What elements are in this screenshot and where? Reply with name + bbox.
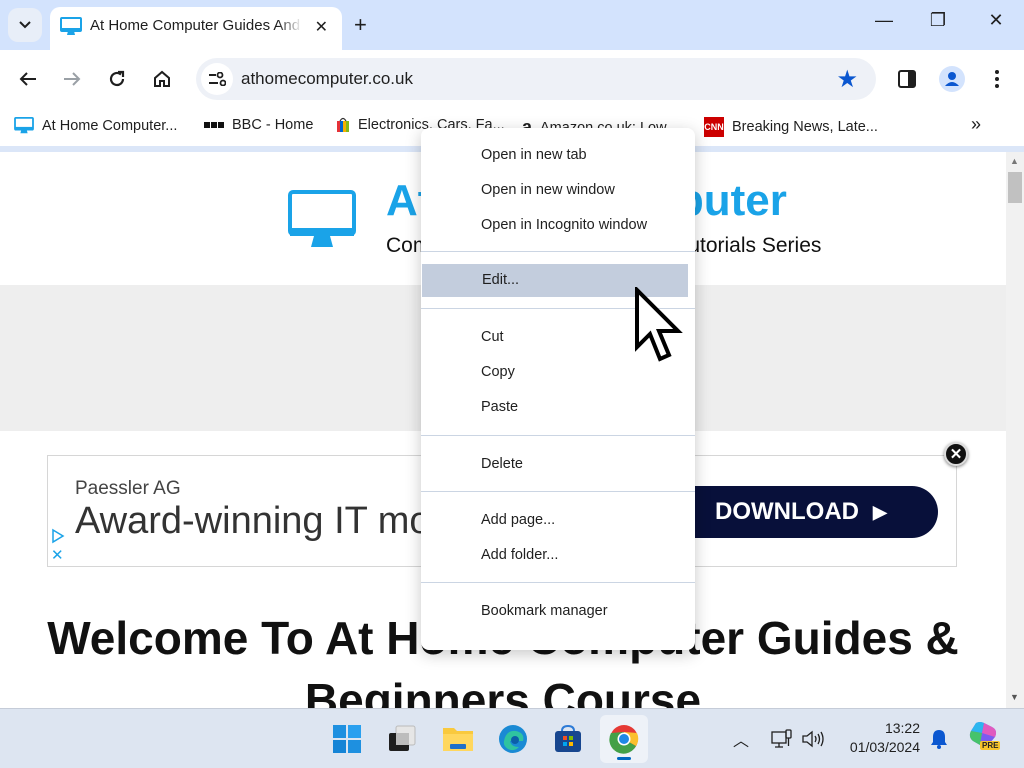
bookmark-at-home-computer[interactable]: At Home Computer... (14, 117, 177, 135)
new-tab-button[interactable]: + (354, 12, 367, 38)
tab-title: At Home Computer Guides And Beginners Co… (90, 17, 302, 34)
microsoft-store-button[interactable] (547, 718, 589, 760)
tab-close-icon[interactable]: ✕ (315, 17, 328, 37)
vertical-scrollbar[interactable]: ▲ ▼ (1006, 152, 1024, 708)
copilot-button[interactable]: PRE (968, 721, 1001, 755)
chrome-icon (609, 725, 639, 754)
network-icon[interactable] (771, 729, 793, 749)
store-icon (555, 724, 581, 752)
menu-item-add-folder[interactable]: Add folder... (421, 539, 695, 572)
menu-button[interactable] (982, 64, 1012, 94)
menu-separator (421, 435, 695, 436)
clock-date[interactable]: 01/03/2024 (840, 739, 920, 755)
menu-separator (421, 491, 695, 492)
side-panel-icon (898, 70, 916, 88)
menu-item-bookmark-manager[interactable]: Bookmark manager (421, 595, 695, 628)
title-bar: At Home Computer Guides And Beginners Co… (0, 0, 1024, 50)
reload-icon (109, 70, 125, 87)
menu-separator (421, 251, 695, 252)
notification-bell-icon[interactable] (930, 729, 948, 749)
file-explorer-button[interactable] (437, 718, 479, 760)
back-button[interactable] (13, 64, 43, 94)
monitor-icon (14, 117, 34, 134)
profile-button[interactable] (937, 64, 967, 94)
tab-active[interactable]: At Home Computer Guides And Beginners Co… (50, 7, 342, 50)
address-bar[interactable]: athomecomputer.co.uk ★ (196, 58, 876, 100)
side-panel-button[interactable] (892, 64, 922, 94)
toolbar: athomecomputer.co.uk ★ (0, 50, 1024, 108)
url-text[interactable]: athomecomputer.co.uk (241, 69, 413, 89)
menu-item-open-incognito[interactable]: Open in Incognito window (421, 209, 695, 242)
menu-item-paste[interactable]: Paste (421, 391, 695, 424)
avatar-icon (939, 66, 965, 92)
edge-button[interactable] (492, 718, 534, 760)
clock-time[interactable]: 13:22 (870, 720, 920, 736)
scroll-down-arrow-icon[interactable]: ▼ (1010, 692, 1019, 702)
bookmark-label: Breaking News, Late... (732, 119, 878, 135)
site-info-button[interactable] (201, 63, 233, 95)
chrome-button[interactable] (600, 715, 648, 763)
reload-button[interactable] (102, 64, 132, 94)
home-button[interactable] (147, 64, 177, 94)
bookmarks-overflow-button[interactable]: » (971, 114, 981, 135)
active-app-indicator (617, 757, 631, 760)
folder-icon (443, 728, 473, 751)
mouse-pointer-icon (635, 287, 683, 362)
forward-button[interactable] (57, 64, 87, 94)
scroll-up-arrow-icon[interactable]: ▲ (1010, 156, 1019, 166)
bookmark-label: BBC - Home (232, 117, 314, 133)
menu-item-open-new-window[interactable]: Open in new window (421, 174, 695, 207)
scrollbar-thumb[interactable] (1008, 172, 1022, 203)
home-icon (154, 70, 170, 87)
menu-item-add-page[interactable]: Add page... (421, 504, 695, 537)
task-view-button[interactable] (381, 718, 423, 760)
menu-separator (421, 582, 695, 583)
taskbar: ︿ 13:22 01/03/2024 PRE (0, 708, 1024, 768)
ad-dismiss-icon[interactable]: ✕ (51, 546, 64, 564)
play-triangle-icon: ▶ (872, 501, 887, 522)
minimize-button[interactable]: — (869, 10, 899, 31)
start-button[interactable] (326, 718, 368, 760)
copilot-preview-badge: PRE (980, 741, 1001, 750)
chevron-down-icon (19, 21, 31, 29)
bookmark-label: At Home Computer... (42, 118, 178, 134)
show-hidden-icons-button[interactable]: ︿ (733, 727, 749, 751)
menu-item-open-new-tab[interactable]: Open in new tab (421, 139, 695, 172)
monitor-icon (60, 17, 82, 42)
edge-icon (499, 725, 527, 753)
cnn-icon: CNN (704, 117, 724, 137)
bookmark-bbc[interactable]: BBC - Home (204, 117, 313, 133)
ad-close-button[interactable]: ✕ (944, 442, 968, 466)
arrow-right-icon (64, 72, 81, 86)
ad-advertiser: Paessler AG (75, 478, 181, 499)
bookmark-context-menu: Open in new tab Open in new window Open … (421, 128, 695, 650)
volume-icon[interactable] (801, 729, 825, 749)
ad-download-button[interactable]: DOWNLOAD ▶ (668, 486, 938, 538)
menu-item-delete[interactable]: Delete (421, 448, 695, 481)
ad-download-label: DOWNLOAD (715, 498, 859, 525)
restore-button[interactable]: ❐ (923, 10, 953, 31)
bookmark-star-icon[interactable]: ★ (836, 65, 858, 94)
tab-search-button[interactable] (8, 8, 42, 42)
windows-logo-icon (333, 725, 361, 753)
tune-icon (209, 72, 226, 86)
bookmark-cnn[interactable]: CNN Breaking News, Late... (704, 117, 878, 137)
close-window-button[interactable]: ✕ (981, 10, 1011, 31)
arrow-left-icon (19, 72, 36, 86)
site-logo-monitor-icon (288, 190, 356, 247)
more-vert-icon (995, 70, 999, 88)
adchoices-icon[interactable] (51, 528, 65, 544)
shopping-bag-icon (337, 117, 349, 132)
task-view-icon (389, 725, 416, 751)
bbc-icon (204, 122, 224, 128)
